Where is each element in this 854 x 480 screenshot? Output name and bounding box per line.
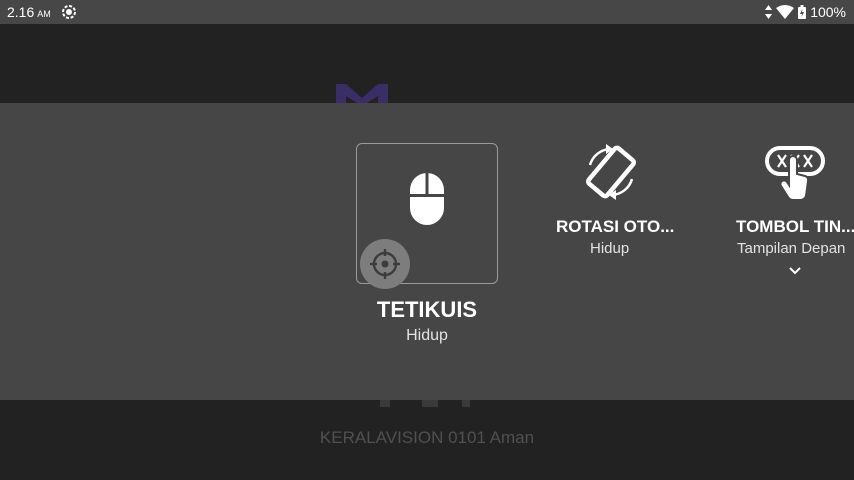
status-time: 2.16 AM bbox=[7, 4, 51, 20]
status-right-group: 100% bbox=[765, 4, 846, 20]
battery-icon bbox=[798, 5, 807, 19]
touch-buttons-tile-status: Tampilan Depan bbox=[737, 240, 846, 257]
network-name-label: KERALAVISION 0101 Aman bbox=[319, 428, 535, 447]
settings-notification-icon bbox=[62, 5, 76, 19]
battery-percentage: 100% bbox=[810, 4, 846, 20]
mouse-icon bbox=[410, 173, 444, 225]
crosshair-icon bbox=[370, 249, 400, 279]
touch-buttons-tile-title: TOMBOL TIN... bbox=[736, 217, 854, 236]
status-time-value: 2.16 bbox=[7, 4, 35, 20]
rotate-tile-title: ROTASI OTO... bbox=[556, 217, 675, 236]
data-arrows-icon bbox=[765, 5, 773, 19]
status-bar: 2.16 AM 100% bbox=[0, 0, 854, 24]
wifi-icon bbox=[776, 5, 795, 19]
screen-rotation-icon bbox=[585, 144, 637, 200]
cursor-crosshair[interactable] bbox=[360, 239, 410, 289]
mouse-tile-title: TETIKUIS bbox=[376, 297, 478, 322]
chevron-down-icon[interactable] bbox=[787, 264, 803, 276]
touch-buttons-icon bbox=[765, 146, 825, 201]
mouse-tile-status: Hidup bbox=[406, 327, 448, 344]
rotate-tile-status: Hidup bbox=[590, 240, 630, 257]
status-time-ampm: AM bbox=[37, 9, 51, 19]
